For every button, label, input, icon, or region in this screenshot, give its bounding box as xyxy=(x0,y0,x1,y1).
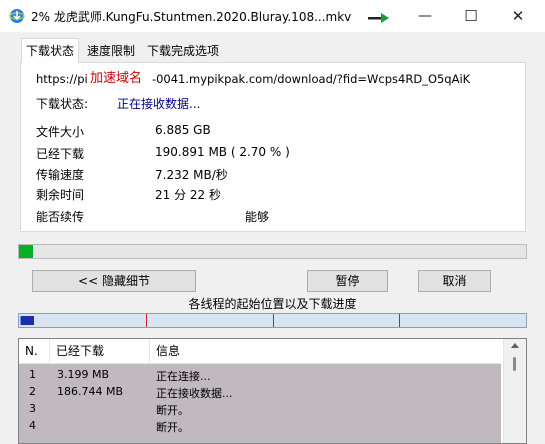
tab-speed-limit[interactable]: 速度限制 xyxy=(83,41,139,63)
row-downloaded: 3.199 MB xyxy=(57,368,110,381)
scroll-thumb[interactable] xyxy=(513,357,516,371)
status-value: 正在接收数据... xyxy=(117,97,201,111)
thread-marker xyxy=(146,314,147,327)
thread-marker xyxy=(399,314,400,327)
minimize-button[interactable]: — xyxy=(402,0,448,32)
row-number: 2 xyxy=(29,385,36,398)
row-info: 断开。 xyxy=(156,421,189,434)
row-info: 断开。 xyxy=(156,404,189,417)
threads-title: 各线程的起始位置以及下载进度 xyxy=(188,297,357,311)
url-overlay-label: 加速域名 xyxy=(90,70,152,88)
downloaded-label: 已经下载 xyxy=(36,147,85,161)
table-row[interactable]: 4 断开。 xyxy=(19,417,501,434)
green-arrow-icon xyxy=(368,13,389,23)
row-number: 1 xyxy=(29,368,36,381)
title-bar: 2% 龙虎武师.KungFu.Stuntmen.2020.Bluray.108.… xyxy=(0,0,545,32)
close-button[interactable]: ✕ xyxy=(495,0,541,32)
tab-completion-options[interactable]: 下载完成选项 xyxy=(143,41,223,63)
vertical-scrollbar[interactable] xyxy=(503,339,526,443)
row-number: 4 xyxy=(29,419,36,432)
status-label: 下载状态: xyxy=(36,97,89,111)
cancel-button[interactable]: 取消 xyxy=(418,270,491,292)
row-number: 3 xyxy=(29,402,36,415)
maximize-button[interactable]: ☐ xyxy=(448,0,494,32)
table-row[interactable]: 3 断开。 xyxy=(19,400,501,417)
resume-value: 能够 xyxy=(245,210,270,224)
tab-download-status[interactable]: 下载状态 xyxy=(21,38,80,63)
resume-label: 能否续传 xyxy=(36,210,85,224)
column-header-downloaded[interactable]: 已经下载 xyxy=(50,339,150,364)
download-progress-bar xyxy=(18,244,527,259)
thread-marker xyxy=(273,314,274,327)
time-left-value: 21 分 22 秒 xyxy=(155,188,221,202)
file-size-label: 文件大小 xyxy=(36,125,85,139)
row-info: 正在接收数据... xyxy=(156,387,233,400)
threads-progress-bar xyxy=(18,313,527,328)
window-title: 2% 龙虎武师.KungFu.Stuntmen.2020.Bluray.108.… xyxy=(31,10,352,24)
column-header-info[interactable]: 信息 xyxy=(150,339,501,364)
download-manager-icon xyxy=(9,9,25,23)
thread-progress-fill xyxy=(20,316,34,325)
table-row[interactable]: 2 186.744 MB 正在接收数据... xyxy=(19,383,501,400)
threads-table: N. 已经下载 信息 1 3.199 MB 正在连接... 2 186.744 … xyxy=(18,338,527,444)
progress-fill xyxy=(19,245,33,258)
time-left-label: 剩余时间 xyxy=(36,188,85,202)
table-body: 1 3.199 MB 正在连接... 2 186.744 MB 正在接收数据..… xyxy=(19,364,501,443)
speed-label: 传输速度 xyxy=(36,168,85,182)
hide-details-button[interactable]: << 隐藏细节 xyxy=(32,270,196,292)
column-header-number[interactable]: N. xyxy=(19,339,50,364)
speed-value: 7.232 MB/秒 xyxy=(155,168,228,182)
pause-button[interactable]: 暂停 xyxy=(307,270,388,292)
downloaded-value: 190.891 MB ( 2.70 % ) xyxy=(155,145,290,159)
row-downloaded: 186.744 MB xyxy=(57,385,124,398)
row-info: 正在连接... xyxy=(156,370,211,383)
scroll-up-icon[interactable] xyxy=(511,343,519,348)
table-row[interactable]: 1 3.199 MB 正在连接... xyxy=(19,366,501,383)
table-header: N. 已经下载 信息 xyxy=(19,339,501,364)
file-size-value: 6.885 GB xyxy=(155,123,211,137)
